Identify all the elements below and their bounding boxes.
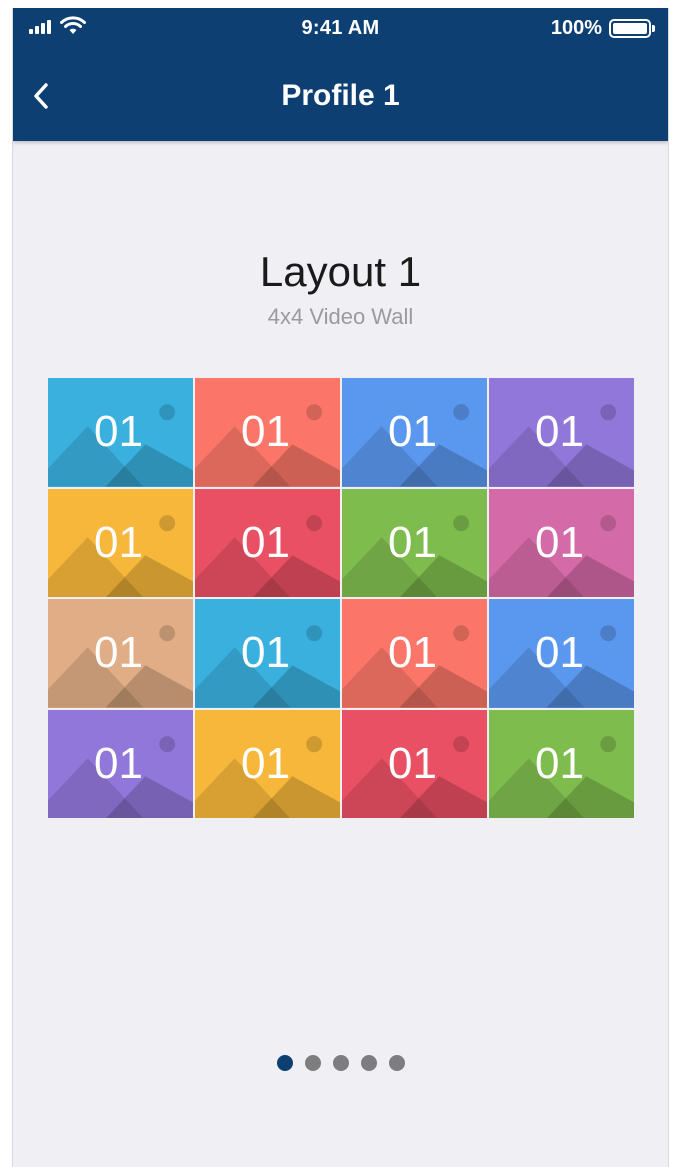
video-tile[interactable]: 01 [48, 488, 193, 597]
page-dot[interactable] [304, 1055, 321, 1071]
tile-label: 01 [388, 407, 437, 457]
video-tile[interactable]: 01 [342, 488, 487, 597]
tile-label: 01 [388, 628, 437, 678]
video-tile[interactable]: 01 [195, 709, 340, 818]
tile-label: 01 [388, 517, 437, 567]
page-dot[interactable] [276, 1055, 293, 1071]
layout-subtitle: 4x4 Video Wall [267, 304, 414, 329]
video-wall-grid: 01 01 01 01 01 01 01 01 01 01 01 01 01 01 01 01 [48, 378, 634, 818]
tile-label: 01 [241, 517, 290, 567]
video-tile[interactable]: 01 [489, 599, 634, 708]
page-title: Profile 1 [281, 79, 400, 112]
video-tile[interactable]: 01 [342, 378, 487, 487]
page-dot[interactable] [332, 1055, 349, 1071]
page-indicator [13, 1055, 668, 1071]
video-tile[interactable]: 01 [195, 378, 340, 487]
tile-label: 01 [535, 407, 584, 457]
tile-label: 01 [94, 407, 143, 457]
tile-label: 01 [241, 738, 290, 788]
battery-icon [609, 19, 655, 38]
battery-percentage: 100% [550, 17, 602, 39]
tile-label: 01 [388, 738, 437, 788]
page-dot[interactable] [388, 1055, 405, 1071]
video-tile[interactable]: 01 [489, 709, 634, 818]
tile-label: 01 [241, 628, 290, 678]
video-tile[interactable]: 01 [195, 488, 340, 597]
navigation-header: 9:41 AM 100% Profile 1 [13, 8, 668, 141]
layout-title: Layout 1 [259, 248, 422, 295]
tile-label: 01 [94, 738, 143, 788]
tile-label: 01 [241, 407, 290, 457]
video-tile[interactable]: 01 [48, 378, 193, 487]
video-tile[interactable]: 01 [342, 709, 487, 818]
video-tile[interactable]: 01 [48, 599, 193, 708]
video-tile[interactable]: 01 [195, 599, 340, 708]
app-screen: 9:41 AM 100% Profile 1 Layout 1 4x4 Vide… [12, 8, 669, 1167]
tile-label: 01 [94, 628, 143, 678]
tile-label: 01 [535, 628, 584, 678]
video-tile[interactable]: 01 [342, 599, 487, 708]
video-tile[interactable]: 01 [489, 488, 634, 597]
tile-label: 01 [535, 738, 584, 788]
video-tile[interactable]: 01 [489, 378, 634, 487]
tile-label: 01 [535, 517, 584, 567]
tile-label: 01 [94, 517, 143, 567]
status-bar: 9:41 AM 100% [13, 8, 668, 48]
video-tile[interactable]: 01 [48, 709, 193, 818]
page-dot[interactable] [360, 1055, 377, 1071]
